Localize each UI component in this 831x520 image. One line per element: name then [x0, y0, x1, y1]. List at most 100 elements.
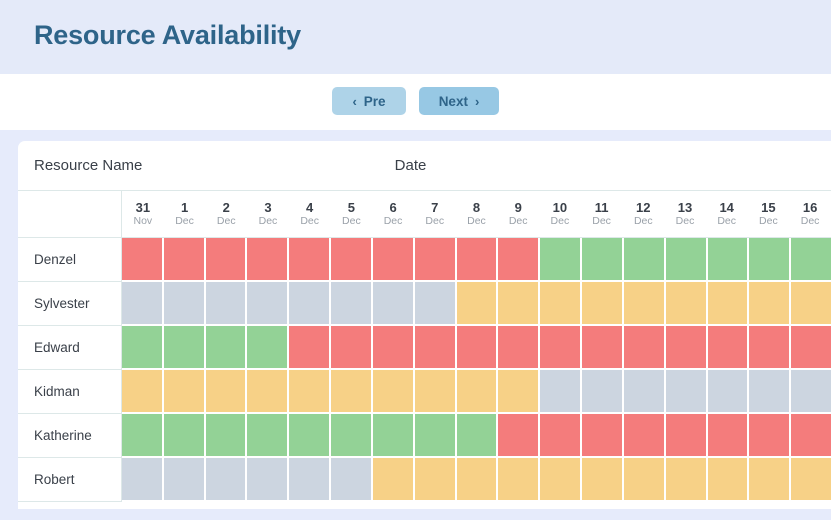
previous-period-button[interactable]: ‹ Pre [332, 87, 406, 115]
status-cell-overloaded[interactable] [331, 326, 373, 370]
next-period-button[interactable]: Next › [419, 87, 499, 115]
status-cell-booked[interactable] [791, 458, 831, 502]
status-cell-overloaded[interactable] [582, 414, 624, 458]
status-cell-booked[interactable] [247, 370, 289, 414]
status-cell-vacation[interactable] [206, 458, 248, 502]
status-cell-booked[interactable] [373, 458, 415, 502]
status-cell-booked[interactable] [791, 282, 831, 326]
status-cell-vacation[interactable] [331, 282, 373, 326]
status-cell-booked[interactable] [415, 458, 457, 502]
status-cell-booked[interactable] [666, 282, 708, 326]
status-cell-booked[interactable] [331, 370, 373, 414]
status-cell-overloaded[interactable] [289, 326, 331, 370]
status-cell-vacation[interactable] [247, 282, 289, 326]
resource-name-cell[interactable]: Kidman [18, 370, 122, 414]
status-cell-available[interactable] [708, 238, 750, 282]
status-cell-available[interactable] [206, 414, 248, 458]
status-cell-overloaded[interactable] [331, 238, 373, 282]
status-cell-booked[interactable] [415, 370, 457, 414]
status-cell-booked[interactable] [666, 458, 708, 502]
status-cell-booked[interactable] [749, 282, 791, 326]
status-cell-vacation[interactable] [206, 282, 248, 326]
status-cell-overloaded[interactable] [540, 326, 582, 370]
status-cell-overloaded[interactable] [708, 414, 750, 458]
status-cell-available[interactable] [666, 238, 708, 282]
status-cell-available[interactable] [540, 238, 582, 282]
status-cell-available[interactable] [122, 326, 164, 370]
resource-name-cell[interactable]: Denzel [18, 238, 122, 282]
status-cell-booked[interactable] [498, 458, 540, 502]
status-cell-overloaded[interactable] [122, 238, 164, 282]
status-cell-booked[interactable] [624, 458, 666, 502]
status-cell-overloaded[interactable] [624, 326, 666, 370]
status-cell-vacation[interactable] [122, 458, 164, 502]
status-cell-booked[interactable] [582, 458, 624, 502]
status-cell-overloaded[interactable] [289, 238, 331, 282]
status-cell-available[interactable] [749, 238, 791, 282]
status-cell-vacation[interactable] [582, 370, 624, 414]
status-cell-vacation[interactable] [708, 370, 750, 414]
status-cell-vacation[interactable] [540, 370, 582, 414]
resource-name-cell[interactable]: Robert [18, 458, 122, 502]
status-cell-vacation[interactable] [122, 282, 164, 326]
status-cell-available[interactable] [415, 414, 457, 458]
status-cell-booked[interactable] [457, 370, 499, 414]
status-cell-overloaded[interactable] [624, 414, 666, 458]
status-cell-booked[interactable] [708, 282, 750, 326]
status-cell-overloaded[interactable] [749, 414, 791, 458]
status-cell-overloaded[interactable] [666, 326, 708, 370]
status-cell-vacation[interactable] [791, 370, 831, 414]
status-cell-vacation[interactable] [164, 282, 206, 326]
status-cell-overloaded[interactable] [540, 414, 582, 458]
status-cell-booked[interactable] [582, 282, 624, 326]
status-cell-vacation[interactable] [164, 458, 206, 502]
status-cell-overloaded[interactable] [164, 238, 206, 282]
status-cell-overloaded[interactable] [498, 326, 540, 370]
status-cell-booked[interactable] [540, 458, 582, 502]
status-cell-booked[interactable] [624, 282, 666, 326]
status-cell-booked[interactable] [206, 370, 248, 414]
status-cell-vacation[interactable] [289, 282, 331, 326]
status-cell-available[interactable] [582, 238, 624, 282]
status-cell-overloaded[interactable] [373, 326, 415, 370]
status-cell-overloaded[interactable] [791, 414, 831, 458]
status-cell-overloaded[interactable] [247, 238, 289, 282]
status-cell-booked[interactable] [122, 370, 164, 414]
resource-name-cell[interactable]: Katherine [18, 414, 122, 458]
status-cell-available[interactable] [791, 238, 831, 282]
status-cell-vacation[interactable] [289, 458, 331, 502]
status-cell-overloaded[interactable] [415, 238, 457, 282]
status-cell-available[interactable] [164, 414, 206, 458]
status-cell-vacation[interactable] [415, 282, 457, 326]
status-cell-overloaded[interactable] [708, 326, 750, 370]
status-cell-booked[interactable] [457, 282, 499, 326]
status-cell-overloaded[interactable] [498, 414, 540, 458]
status-cell-booked[interactable] [540, 282, 582, 326]
status-cell-available[interactable] [373, 414, 415, 458]
status-cell-available[interactable] [164, 326, 206, 370]
status-cell-overloaded[interactable] [666, 414, 708, 458]
resource-name-cell[interactable]: Sylvester [18, 282, 122, 326]
status-cell-available[interactable] [206, 326, 248, 370]
status-cell-overloaded[interactable] [457, 326, 499, 370]
status-cell-booked[interactable] [164, 370, 206, 414]
status-cell-booked[interactable] [498, 282, 540, 326]
status-cell-overloaded[interactable] [582, 326, 624, 370]
status-cell-available[interactable] [247, 414, 289, 458]
status-cell-available[interactable] [247, 326, 289, 370]
status-cell-overloaded[interactable] [749, 326, 791, 370]
status-cell-vacation[interactable] [247, 458, 289, 502]
status-cell-overloaded[interactable] [415, 326, 457, 370]
status-cell-vacation[interactable] [749, 370, 791, 414]
status-cell-overloaded[interactable] [373, 238, 415, 282]
status-cell-overloaded[interactable] [498, 238, 540, 282]
status-cell-booked[interactable] [373, 370, 415, 414]
status-cell-booked[interactable] [498, 370, 540, 414]
status-cell-vacation[interactable] [331, 458, 373, 502]
status-cell-overloaded[interactable] [791, 326, 831, 370]
status-cell-vacation[interactable] [624, 370, 666, 414]
resource-name-cell[interactable]: Edward [18, 326, 122, 370]
status-cell-booked[interactable] [289, 370, 331, 414]
status-cell-overloaded[interactable] [457, 238, 499, 282]
status-cell-available[interactable] [122, 414, 164, 458]
